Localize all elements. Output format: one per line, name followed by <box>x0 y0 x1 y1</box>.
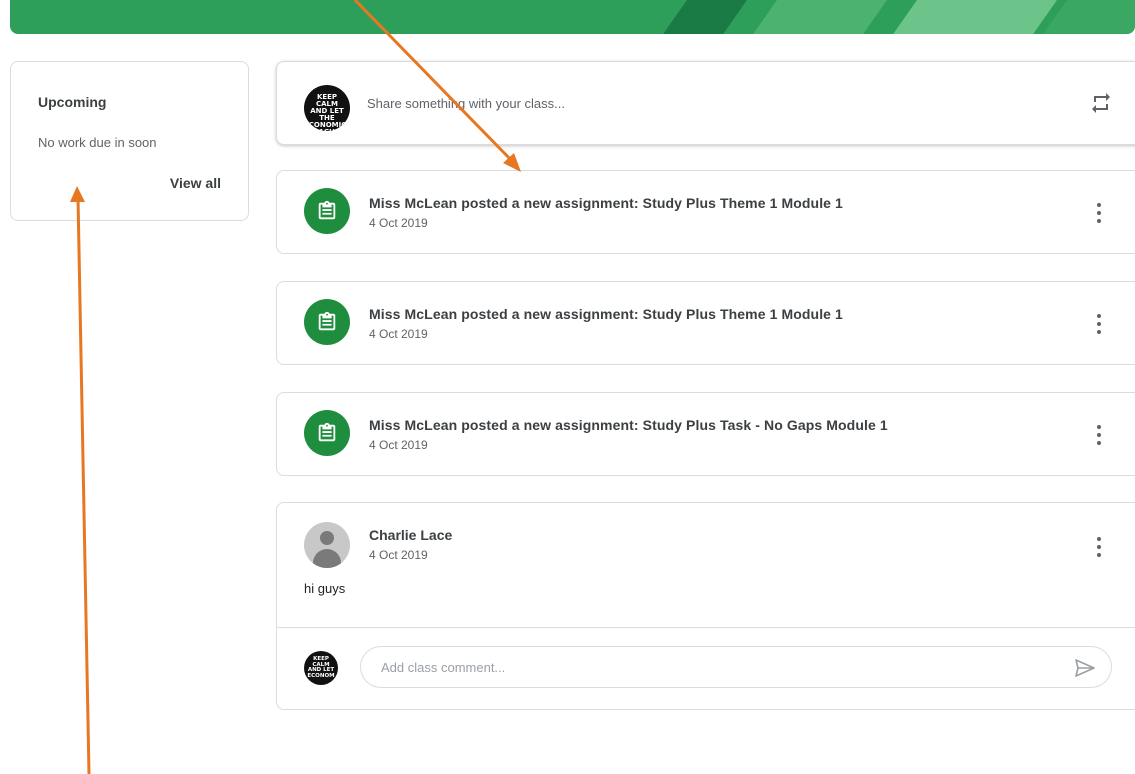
student-post: Charlie Lace 4 Oct 2019 hi guys KEEP CALM… <box>276 502 1135 710</box>
post-title[interactable]: Miss McLean posted a new assignment: Stu… <box>369 195 843 211</box>
class-banner <box>10 0 1135 34</box>
post-title[interactable]: Miss McLean posted a new assignment: Stu… <box>369 417 888 433</box>
assignment-post[interactable]: Miss McLean posted a new assignment: Stu… <box>276 170 1135 254</box>
class-avatar: KEEPCALMAND LET THEECONOMICSTEACHER <box>304 85 350 131</box>
annotation-arrow <box>76 197 91 774</box>
divider <box>277 627 1135 628</box>
upcoming-note: No work due in soon <box>38 135 157 150</box>
post-date: 4 Oct 2019 <box>369 327 428 341</box>
view-all-link[interactable]: View all <box>170 175 221 191</box>
post-date: 4 Oct 2019 <box>369 438 428 452</box>
assignment-post[interactable]: Miss McLean posted a new assignment: Stu… <box>276 392 1135 476</box>
assignment-icon <box>304 188 350 234</box>
class-avatar: KEEP CALM AND LET ECONOM <box>304 651 338 685</box>
more-vert-icon[interactable] <box>1093 423 1105 447</box>
more-vert-icon[interactable] <box>1093 535 1105 559</box>
share-input-placeholder[interactable]: Share something with your class... <box>367 96 565 111</box>
assignment-icon <box>304 410 350 456</box>
upcoming-card: Upcoming No work due in soon View all <box>10 61 249 221</box>
banner-decoration <box>658 0 762 34</box>
upcoming-title: Upcoming <box>38 94 107 110</box>
default-avatar-icon <box>304 522 350 568</box>
more-vert-icon[interactable] <box>1093 312 1105 336</box>
share-box[interactable]: KEEPCALMAND LET THEECONOMICSTEACHER Shar… <box>276 61 1135 145</box>
comment-placeholder[interactable]: Add class comment... <box>381 660 505 675</box>
class-comment-input[interactable]: Add class comment... <box>360 646 1112 688</box>
post-author: Charlie Lace <box>369 527 453 543</box>
banner-decoration <box>748 0 902 34</box>
post-date: 4 Oct 2019 <box>369 216 428 230</box>
assignment-post[interactable]: Miss McLean posted a new assignment: Stu… <box>276 281 1135 365</box>
post-body: hi guys <box>304 581 346 596</box>
more-vert-icon[interactable] <box>1093 201 1105 225</box>
send-icon[interactable] <box>1073 656 1097 680</box>
banner-decoration <box>888 0 1072 34</box>
post-date: 4 Oct 2019 <box>369 548 428 562</box>
repost-icon[interactable] <box>1089 91 1113 115</box>
post-title[interactable]: Miss McLean posted a new assignment: Stu… <box>369 306 843 322</box>
assignment-icon <box>304 299 350 345</box>
